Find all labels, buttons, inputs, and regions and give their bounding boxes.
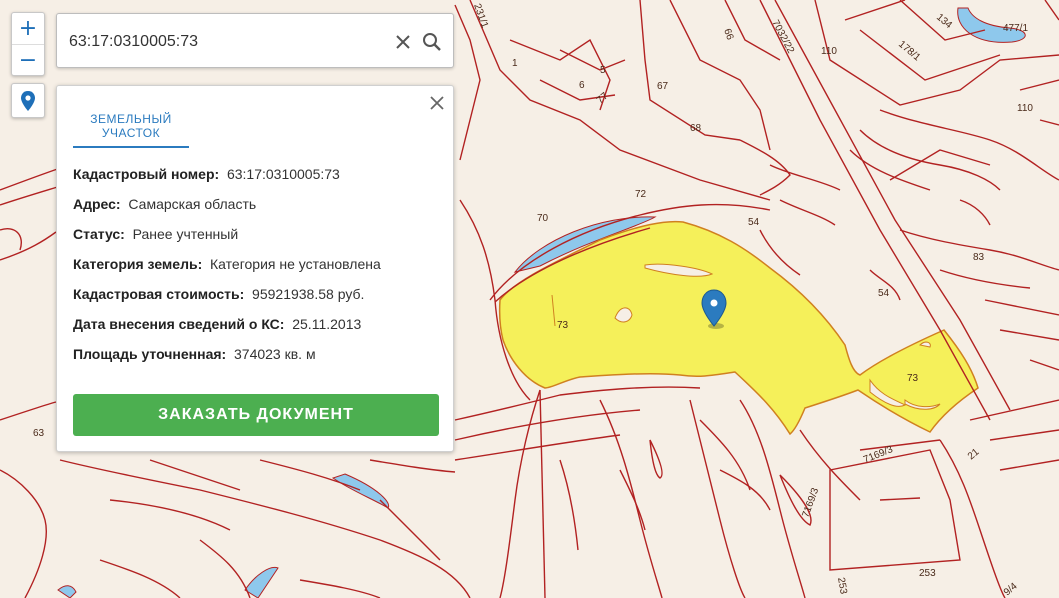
field-label: Площадь уточненная: <box>73 346 227 362</box>
parcel-fields: Кадастровый номер: 63:17:0310005:73 Адре… <box>73 166 443 376</box>
svg-text:68: 68 <box>690 123 702 134</box>
tab-land-plot[interactable]: ЗЕМЕЛЬНЫЙ УЧАСТОК <box>73 106 189 148</box>
svg-text:54: 54 <box>748 217 760 228</box>
svg-text:110: 110 <box>1017 103 1033 114</box>
field-cadastral-number: Кадастровый номер: 63:17:0310005:73 <box>73 166 443 196</box>
svg-text:73: 73 <box>557 320 569 331</box>
search-icon[interactable] <box>421 31 443 53</box>
svg-text:110: 110 <box>821 46 837 57</box>
field-status: Статус: Ранее учтенный <box>73 226 443 256</box>
zoom-control: + − <box>11 12 45 76</box>
svg-text:54: 54 <box>878 288 890 299</box>
svg-text:72: 72 <box>635 189 647 200</box>
field-address: Адрес: Самарская область <box>73 196 443 226</box>
field-cadastral-value: Кадастровая стоимость: 95921938.58 руб. <box>73 286 443 316</box>
svg-text:67: 67 <box>657 81 669 92</box>
field-label: Дата внесения сведений о КС: <box>73 316 285 332</box>
tab-label-line2: УЧАСТОК <box>101 126 161 140</box>
field-area: Площадь уточненная: 374023 кв. м <box>73 346 443 376</box>
parcel-info-card: ЗЕМЕЛЬНЫЙ УЧАСТОК Кадастровый номер: 63:… <box>56 85 454 452</box>
field-land-category: Категория земель: Категория не установле… <box>73 256 443 286</box>
field-label: Адрес: <box>73 196 121 212</box>
field-label: Кадастровый номер: <box>73 166 220 182</box>
field-label: Статус: <box>73 226 125 242</box>
field-label: Категория земель: <box>73 256 203 272</box>
field-value: 25.11.2013 <box>292 316 362 332</box>
svg-text:63: 63 <box>33 428 45 439</box>
svg-text:477/1: 477/1 <box>1003 23 1028 34</box>
close-icon[interactable] <box>393 32 413 52</box>
field-value: Категория не установлена <box>210 256 381 272</box>
field-value: Самарская область <box>128 196 257 212</box>
close-card-icon[interactable] <box>428 94 446 112</box>
svg-text:6: 6 <box>579 80 585 91</box>
field-value: 63:17:0310005:73 <box>226 166 340 182</box>
field-label: Кадастровая стоимость: <box>73 286 245 302</box>
svg-text:70: 70 <box>537 213 549 224</box>
field-value: 374023 кв. м <box>234 346 316 362</box>
svg-text:1: 1 <box>512 58 518 69</box>
order-document-button[interactable]: ЗАКАЗАТЬ ДОКУМЕНТ <box>73 394 439 436</box>
field-value: Ранее учтенный <box>132 226 239 242</box>
field-value: 95921938.58 руб. <box>252 286 365 302</box>
svg-text:5: 5 <box>600 65 606 76</box>
svg-text:73: 73 <box>907 373 919 384</box>
locate-button[interactable] <box>11 83 45 118</box>
zoom-out-button[interactable]: − <box>12 44 44 76</box>
tab-label-line1: ЗЕМЕЛЬНЫЙ <box>90 112 172 126</box>
location-pin-icon <box>21 90 35 111</box>
field-value-date: Дата внесения сведений о КС: 25.11.2013 <box>73 316 443 346</box>
search-box <box>56 13 454 68</box>
svg-text:83: 83 <box>973 252 985 263</box>
zoom-in-button[interactable]: + <box>12 13 44 44</box>
search-input[interactable] <box>67 24 381 60</box>
svg-text:253: 253 <box>919 568 936 579</box>
